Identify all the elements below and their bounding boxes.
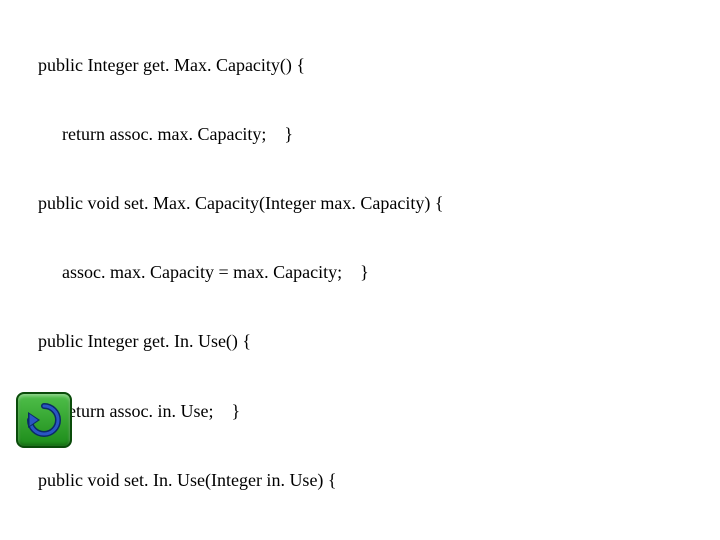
code-line: assoc. max. Capacity = max. Capacity; } xyxy=(0,261,720,284)
code-line: public Integer get. In. Use() { xyxy=(0,330,720,353)
code-line: return assoc. max. Capacity; } xyxy=(0,123,720,146)
slide: public Integer get. Max. Capacity() { re… xyxy=(0,0,720,540)
return-arrow-icon xyxy=(24,400,64,440)
back-button[interactable] xyxy=(16,392,72,448)
code-line: public void set. Max. Capacity(Integer m… xyxy=(0,192,720,215)
code-line: public Integer get. Max. Capacity() { xyxy=(0,54,720,77)
code-block: public Integer get. Max. Capacity() { re… xyxy=(0,8,720,540)
code-line: return assoc. in. Use; } xyxy=(0,400,720,423)
code-line: public void set. In. Use(Integer in. Use… xyxy=(0,469,720,492)
